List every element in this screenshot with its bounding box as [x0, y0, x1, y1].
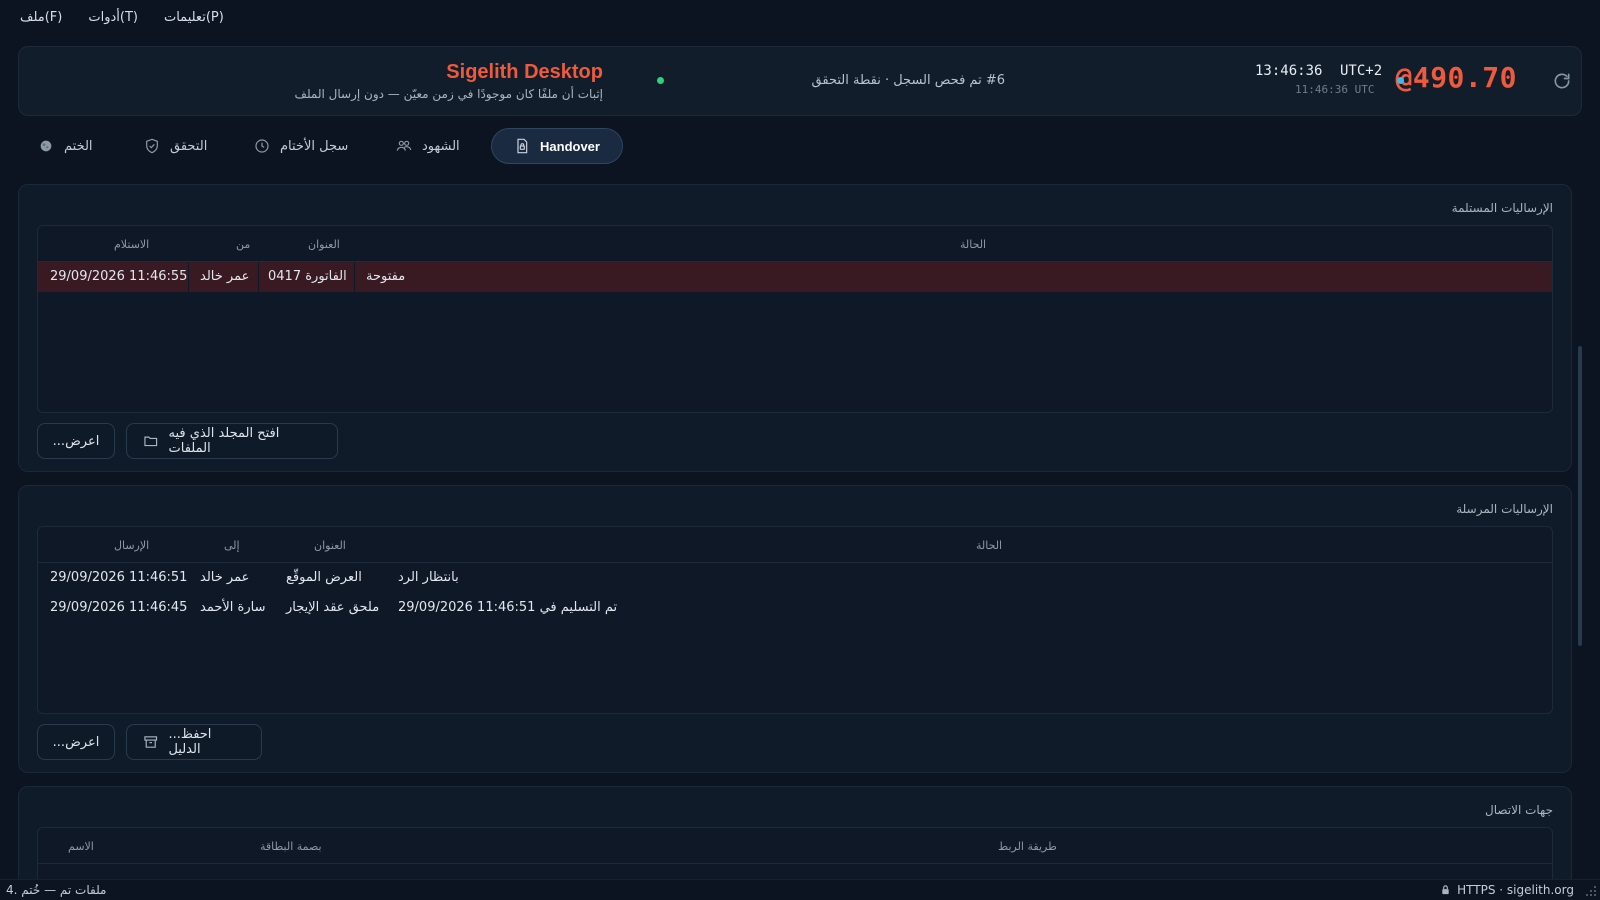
col-fingerprint[interactable]: بصمة البطاقة [260, 840, 322, 853]
cell-received: 29/09/2026 11:46:55 [50, 269, 188, 284]
received-panel: الإرساليات المستلمة الاستلام من العنوان … [18, 184, 1572, 472]
tab-verify[interactable]: التحقق [126, 128, 225, 164]
file-lock-icon [517, 138, 528, 154]
button-label: افتح المجلد الذي فيه الملفات [168, 426, 280, 456]
col-status[interactable]: الحالة [976, 539, 1002, 552]
cell-status: مفتوحة [366, 269, 406, 284]
cell-from: عمر خالد [200, 269, 250, 284]
cell-sent: 29/09/2026 11:46:45 [50, 600, 188, 615]
connection-status: HTTPS · sigelith.org [1440, 883, 1574, 897]
vertical-scrollbar[interactable] [1578, 346, 1582, 646]
col-name[interactable]: الاسم [68, 840, 94, 853]
table-row[interactable]: 29/09/2026 11:46:51 عمر خالد العرض الموق… [38, 563, 1552, 593]
folder-icon [144, 436, 158, 447]
table-row[interactable]: 29/09/2026 11:46:45 سارة الأحمد ملحق عقد… [38, 593, 1552, 623]
received-table: الاستلام من العنوان الحالة 29/09/2026 11… [37, 225, 1553, 413]
cell-status: 29/09/2026 11:46:51 تم التسليم في [398, 600, 618, 615]
save-proof-button[interactable]: ...احفظ الدليل [126, 724, 262, 760]
tab-label: التحقق [170, 138, 208, 154]
archive-icon [144, 736, 158, 748]
app-subtitle: إثبات أن ملفًا كان موجودًا في زمن معيّن … [294, 87, 603, 101]
sent-title: الإرساليات المرسلة [1456, 502, 1553, 516]
col-status[interactable]: الحالة [960, 238, 986, 251]
cell-status: بانتظار الرد [398, 570, 459, 585]
tab-label: الختم [64, 138, 93, 154]
button-label: ...احفظ الدليل [168, 727, 212, 757]
main-tabs: Handover الشهود سجل الأختام التحقق الختم [0, 128, 1600, 164]
col-subject[interactable]: العنوان [314, 539, 346, 552]
sent-table: الإرسال إلى العنوان الحالة 29/09/2026 11… [37, 526, 1553, 714]
col-from[interactable]: من [236, 238, 250, 251]
received-title: الإرساليات المستلمة [1451, 201, 1553, 215]
column-divider [258, 262, 259, 292]
cell-subject: ملحق عقد الإيجار [286, 600, 380, 615]
menu-file[interactable]: ملف(F) [20, 10, 62, 25]
tab-seal-log[interactable]: سجل الأختام [236, 128, 366, 164]
view-sent-button[interactable]: ...اعرض [37, 724, 115, 760]
app-title: Sigelith Desktop [446, 61, 603, 83]
checkpoint-note: #6 تم فحص السجل · نقطة التحقق [811, 73, 1005, 88]
connection-label: HTTPS · sigelith.org [1457, 883, 1574, 897]
tab-label: Handover [540, 138, 600, 154]
refresh-icon[interactable] [1552, 71, 1572, 91]
resize-grip-icon[interactable] [1585, 885, 1597, 897]
tab-witnesses[interactable]: الشهود [378, 128, 478, 164]
menu-help[interactable]: تعليمات(P) [164, 10, 224, 25]
lock-icon [1442, 885, 1449, 895]
timezone-label: UTC+2 [1340, 63, 1383, 79]
button-label: ...اعرض [52, 433, 100, 449]
col-link-method[interactable]: طريقة الربط [998, 840, 1057, 853]
menu-bar: ملف(F) أدوات(T) تعليمات(P) [0, 0, 1600, 34]
cell-subject: العرض الموقّع [286, 570, 362, 585]
tab-handover[interactable]: Handover [491, 128, 623, 164]
column-divider [354, 262, 355, 292]
tab-label: سجل الأختام [280, 138, 349, 154]
view-received-button[interactable]: ...اعرض [37, 423, 115, 459]
clock-status-dot [1397, 77, 1404, 84]
utc-clock: 11:46:36 UTC [1295, 83, 1375, 96]
cell-sent: 29/09/2026 11:46:51 [50, 570, 188, 585]
col-received[interactable]: الاستلام [114, 238, 149, 251]
cell-to: عمر خالد [200, 570, 250, 585]
open-folder-button[interactable]: افتح المجلد الذي فيه الملفات [126, 423, 338, 459]
button-label: ...اعرض [52, 734, 100, 750]
column-divider [188, 262, 189, 292]
contacts-title: جهات الاتصال [1484, 803, 1553, 817]
users-icon [396, 140, 412, 151]
local-clock: 13:46:36 [1255, 63, 1323, 79]
tab-seal[interactable]: الختم [20, 128, 111, 164]
table-row[interactable]: 29/09/2026 11:46:55 عمر خالد الفاتورة 04… [38, 262, 1552, 292]
app-header: @490.70 13:46:36 UTC+2 11:46:36 UTC #6 ت… [18, 46, 1582, 116]
status-message: 4. ملفات تم — خُتم [6, 883, 107, 897]
table-header: الإرسال إلى العنوان الحالة [38, 527, 1552, 563]
table-header: الاستلام من العنوان الحالة [38, 226, 1552, 262]
cell-to: سارة الأحمد [200, 600, 266, 615]
seal-icon [40, 140, 52, 152]
tab-label: الشهود [422, 138, 460, 154]
shield-check-icon [146, 138, 158, 154]
balance-counter: @490.70 [1395, 61, 1517, 94]
table-header: الاسم بصمة البطاقة طريقة الربط [38, 828, 1552, 864]
status-bar: 4. ملفات تم — خُتم HTTPS · sigelith.org [0, 879, 1600, 900]
menu-tools[interactable]: أدوات(T) [88, 10, 138, 25]
sent-panel: الإرساليات المرسلة الإرسال إلى العنوان ا… [18, 485, 1572, 773]
col-sent[interactable]: الإرسال [114, 539, 149, 552]
clock-icon [255, 139, 269, 153]
col-subject[interactable]: العنوان [308, 238, 340, 251]
col-to[interactable]: إلى [224, 539, 240, 552]
online-status-dot [657, 77, 664, 84]
cell-subject: الفاتورة 0417 [268, 269, 347, 284]
